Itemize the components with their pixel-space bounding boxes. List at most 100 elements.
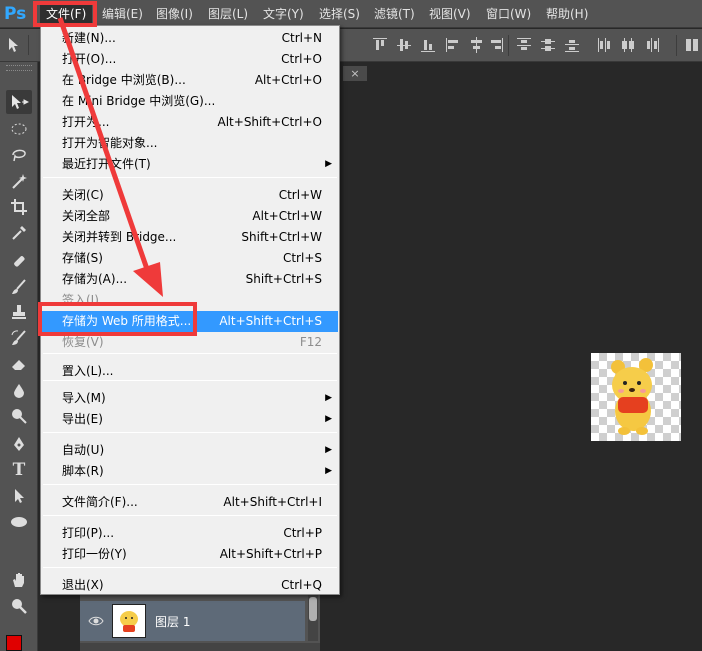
menu-item-label: 在 Bridge 中浏览(B)...: [62, 73, 186, 87]
align-top-icon[interactable]: [372, 36, 388, 54]
lasso-tool-icon[interactable]: [6, 143, 32, 167]
toolbox-grip[interactable]: [6, 65, 32, 71]
align-vcenter-icon[interactable]: [396, 36, 412, 54]
menu-item-shortcut: F12: [299, 335, 322, 349]
menu-item-label: 最近打开文件(T): [62, 157, 151, 171]
menu-separator: [43, 353, 337, 354]
align-hcenter-icon[interactable]: [468, 36, 484, 54]
menu-view[interactable]: 视图(V): [423, 4, 477, 24]
menu-window[interactable]: 窗口(W): [480, 4, 537, 24]
menu-item-shortcut: Ctrl+W: [278, 188, 322, 202]
menu-item-label: 打开为智能对象...: [62, 136, 158, 150]
foreground-color-swatch[interactable]: [6, 635, 22, 651]
submenu-arrow-icon: ▶: [325, 159, 332, 169]
path-selection-icon[interactable]: [6, 484, 32, 508]
crop-tool-icon[interactable]: [6, 195, 32, 219]
menu-item-label: 打开(O)...: [62, 52, 117, 66]
menu-item-open-as-smart-object[interactable]: 打开为智能对象...: [42, 133, 338, 154]
auto-align-icon[interactable]: [684, 36, 700, 54]
magic-wand-icon[interactable]: [6, 169, 32, 193]
history-brush-icon[interactable]: [6, 326, 32, 350]
menu-item-new[interactable]: 新建(N)... Ctrl+N: [42, 28, 338, 49]
menu-item-label: 关闭(C): [62, 188, 104, 202]
menu-item-label: 关闭并转到 Bridge...: [62, 230, 177, 244]
menu-item-shortcut: Ctrl+S: [282, 251, 322, 265]
menu-item-label: 打印一份(Y): [62, 547, 127, 561]
menu-item-export[interactable]: 导出(E) ▶: [42, 409, 338, 430]
menu-item-open-as[interactable]: 打开为... Alt+Shift+Ctrl+O: [42, 112, 338, 133]
layer-row[interactable]: 图层 1: [80, 601, 305, 641]
menu-bar: Ps 文件(F) 编辑(E) 图像(I) 图层(L) 文字(Y) 选择(S) 滤…: [0, 0, 702, 28]
menu-item-shortcut: Alt+Shift+Ctrl+P: [219, 547, 322, 561]
menu-item-recent-files[interactable]: 最近打开文件(T) ▶: [42, 154, 338, 175]
highlight-box-save-for-web: [38, 302, 197, 336]
menu-item-label: 导出(E): [62, 412, 103, 426]
menu-item-save[interactable]: 存储(S) Ctrl+S: [42, 248, 338, 269]
menu-item-scripts[interactable]: 脚本(R) ▶: [42, 461, 338, 482]
eye-icon[interactable]: [88, 613, 104, 627]
menu-item-file-info[interactable]: 文件简介(F)... Alt+Shift+Ctrl+I: [42, 492, 338, 513]
menu-layer[interactable]: 图层(L): [202, 4, 254, 24]
dodge-tool-icon[interactable]: [6, 404, 32, 428]
menu-separator: [43, 515, 337, 516]
brush-tool-icon[interactable]: [6, 275, 32, 299]
menu-edit[interactable]: 编辑(E): [96, 4, 149, 24]
menu-item-place[interactable]: 置入(L)...: [42, 361, 338, 382]
menu-item-print[interactable]: 打印(P)... Ctrl+P: [42, 523, 338, 544]
eraser-icon[interactable]: [6, 352, 32, 376]
menu-item-shortcut: Ctrl+O: [281, 52, 322, 66]
menu-item-browse-bridge[interactable]: 在 Bridge 中浏览(B)... Alt+Ctrl+O: [42, 70, 338, 91]
align-left-icon[interactable]: [444, 36, 460, 54]
layer-name: 图层 1: [155, 615, 191, 629]
distribute-bottom-icon[interactable]: [564, 36, 580, 54]
highlight-box-file-menu: [33, 1, 97, 27]
menu-item-shortcut: Ctrl+N: [281, 31, 322, 45]
submenu-arrow-icon: ▶: [325, 445, 332, 455]
menu-item-open[interactable]: 打开(O)... Ctrl+O: [42, 49, 338, 70]
menu-item-close-go-bridge[interactable]: 关闭并转到 Bridge... Shift+Ctrl+W: [42, 227, 338, 248]
menu-item-shortcut: Alt+Ctrl+W: [252, 209, 322, 223]
menu-item-close[interactable]: 关闭(C) Ctrl+W: [42, 185, 338, 206]
ellipse-shape-icon[interactable]: [6, 510, 32, 534]
eyedropper-icon[interactable]: [6, 221, 32, 245]
menu-item-close-all[interactable]: 关闭全部 Alt+Ctrl+W: [42, 206, 338, 227]
align-right-icon[interactable]: [488, 36, 504, 54]
pen-tool-icon[interactable]: [6, 432, 32, 456]
toolbox: T: [0, 62, 38, 651]
menu-item-shortcut: Alt+Ctrl+O: [254, 73, 322, 87]
menu-item-print-one-copy[interactable]: 打印一份(Y) Alt+Shift+Ctrl+P: [42, 544, 338, 565]
menu-item-browse-mini-bridge[interactable]: 在 Mini Bridge 中浏览(G)...: [42, 91, 338, 112]
menu-item-automate[interactable]: 自动(U) ▶: [42, 440, 338, 461]
document-tab-close[interactable]: ×: [343, 66, 367, 81]
canvas-image[interactable]: [591, 353, 681, 441]
menu-separator: [43, 484, 337, 485]
align-bottom-icon[interactable]: [420, 36, 436, 54]
distribute-left-icon[interactable]: [596, 36, 612, 54]
menu-item-label: 退出(X): [62, 578, 104, 592]
scrollbar-thumb[interactable]: [309, 597, 317, 621]
menu-select[interactable]: 选择(S): [313, 4, 366, 24]
zoom-tool-icon[interactable]: [6, 594, 32, 618]
move-tool-icon[interactable]: [6, 90, 32, 114]
layers-panel: 图层 1: [80, 593, 320, 651]
healing-brush-icon[interactable]: [6, 249, 32, 273]
menu-item-import[interactable]: 导入(M) ▶: [42, 388, 338, 409]
layers-scrollbar[interactable]: [308, 593, 318, 641]
menu-type[interactable]: 文字(Y): [257, 4, 310, 24]
clone-stamp-icon[interactable]: [6, 300, 32, 324]
menu-item-exit[interactable]: 退出(X) Ctrl+Q: [42, 575, 338, 596]
menu-item-save-as[interactable]: 存储为(A)... Shift+Ctrl+S: [42, 269, 338, 290]
distribute-vcenter-icon[interactable]: [540, 36, 556, 54]
hand-tool-icon[interactable]: [6, 568, 32, 592]
marquee-tool-icon[interactable]: [6, 117, 32, 141]
menu-help[interactable]: 帮助(H): [540, 4, 594, 24]
type-tool-icon[interactable]: T: [6, 458, 32, 482]
distribute-hcenter-icon[interactable]: [620, 36, 636, 54]
distribute-top-icon[interactable]: [516, 36, 532, 54]
paint-bucket-icon[interactable]: [6, 378, 32, 402]
distribute-right-icon[interactable]: [644, 36, 660, 54]
menu-filter[interactable]: 滤镜(T): [368, 4, 421, 24]
menu-image[interactable]: 图像(I): [150, 4, 199, 24]
move-tool-preset-icon[interactable]: [5, 35, 29, 55]
menu-item-label: 关闭全部: [62, 209, 111, 223]
